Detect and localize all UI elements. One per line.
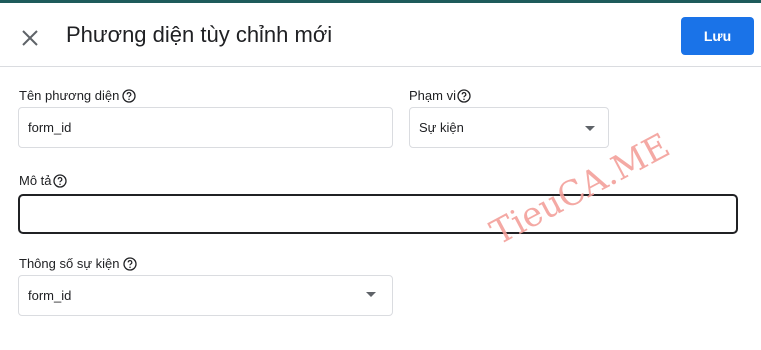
scope-label: Phạm vi [409, 88, 471, 104]
description-label-text: Mô tả [19, 173, 52, 188]
scope-select[interactable]: Sự kiện [409, 107, 609, 148]
help-icon[interactable] [122, 89, 137, 103]
chevron-down-icon [366, 292, 376, 297]
scope-selected-value: Sự kiện [419, 120, 464, 135]
close-button[interactable] [18, 26, 42, 50]
help-icon[interactable] [123, 257, 138, 271]
chevron-down-icon [585, 126, 595, 131]
scope-label-text: Phạm vi [409, 88, 456, 103]
dimension-name-label-text: Tên phương diện [19, 88, 120, 103]
close-icon [22, 30, 38, 46]
description-label: Mô tả [19, 173, 67, 189]
save-button[interactable]: Lưu [681, 17, 754, 55]
dimension-name-label: Tên phương diện [19, 88, 137, 104]
event-parameter-label: Thông số sự kiện [19, 256, 138, 272]
description-field[interactable] [29, 206, 736, 222]
help-icon[interactable] [457, 89, 471, 103]
event-parameter-label-text: Thông số sự kiện [19, 256, 120, 271]
description-input[interactable] [18, 194, 738, 234]
help-icon[interactable] [52, 174, 67, 188]
page-title: Phương diện tùy chỉnh mới [66, 22, 333, 47]
dimension-name-input[interactable] [18, 107, 393, 148]
dimension-name-field[interactable] [28, 120, 392, 135]
dialog-header: Phương diện tùy chỉnh mới Lưu [0, 3, 761, 67]
event-parameter-selected-value: form_id [28, 288, 72, 303]
event-parameter-select[interactable]: form_id [18, 275, 393, 316]
